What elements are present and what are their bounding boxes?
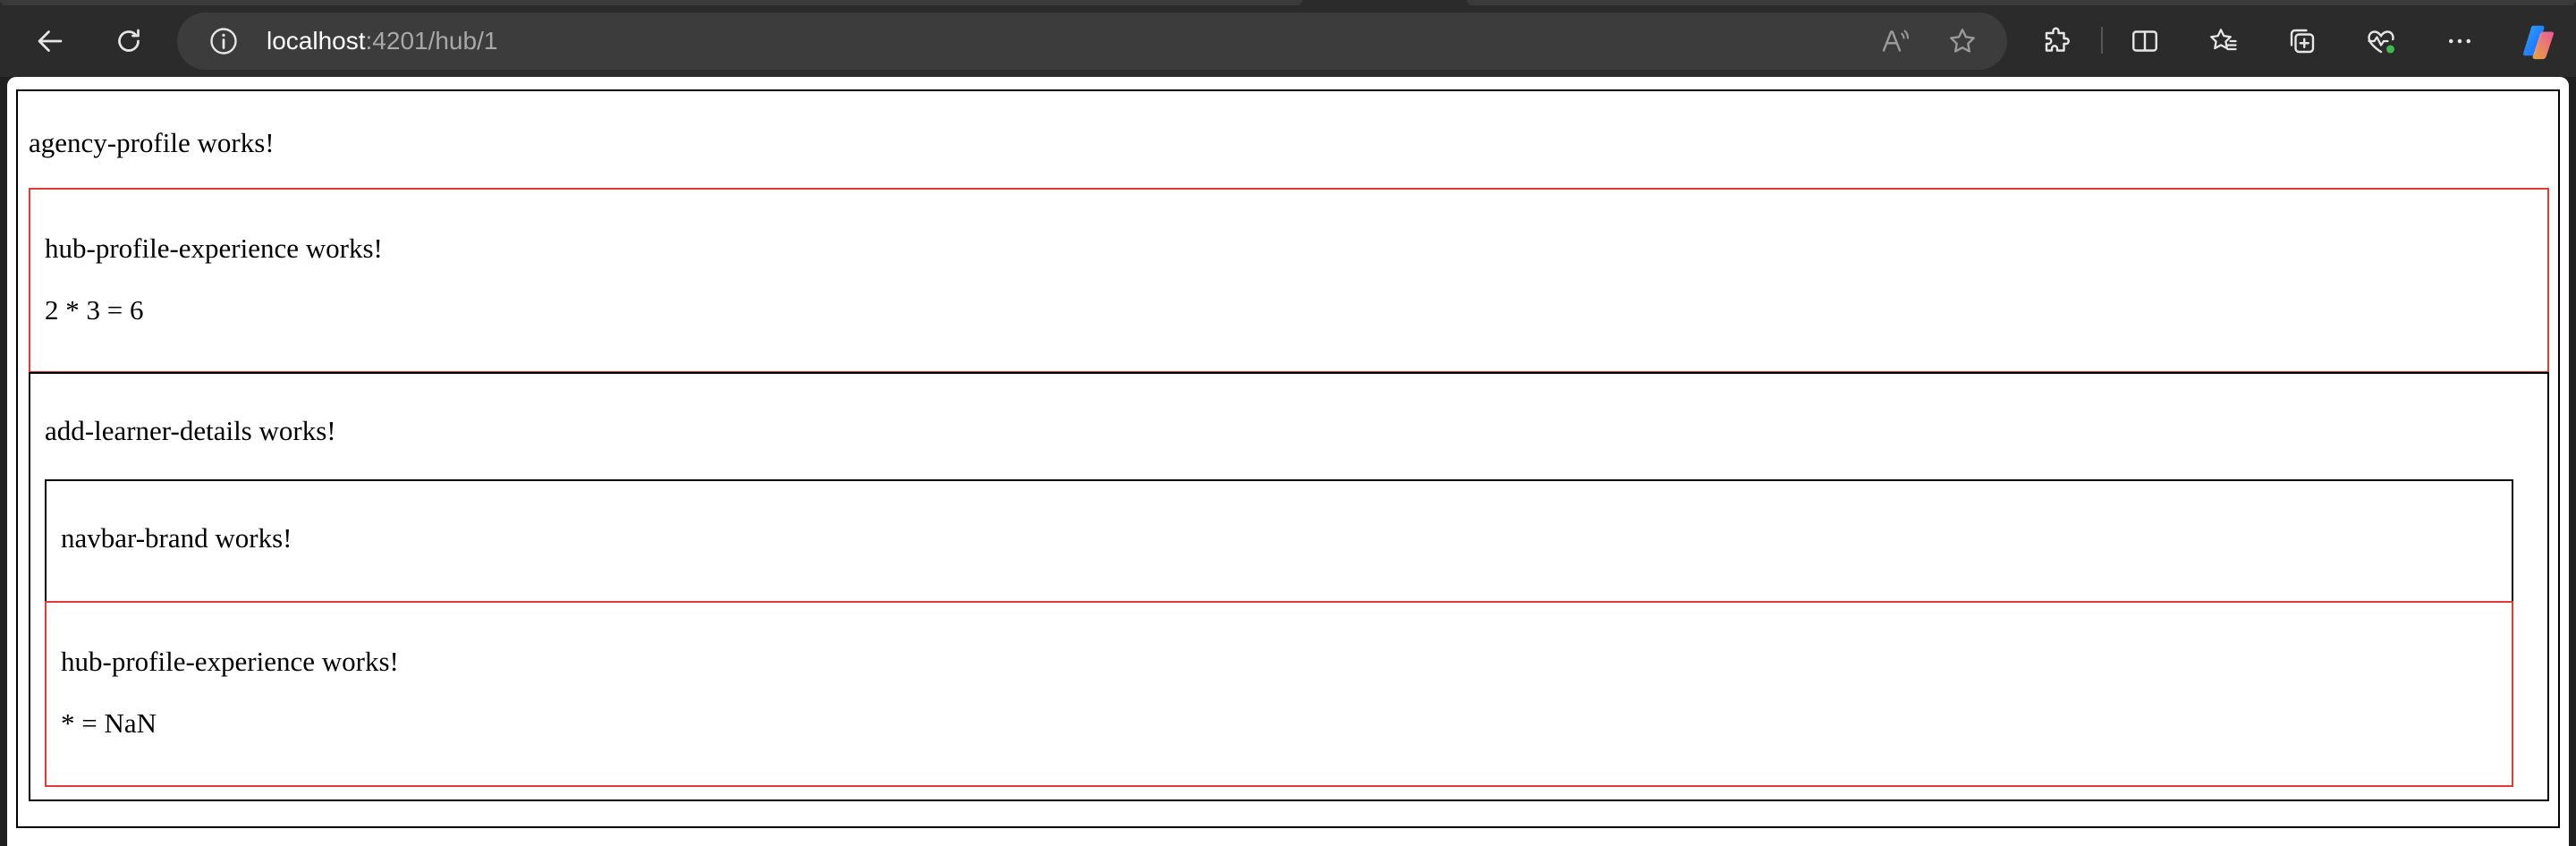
more-button[interactable] bbox=[2433, 14, 2487, 68]
refresh-icon bbox=[118, 29, 140, 52]
split-screen-button[interactable] bbox=[2118, 14, 2172, 68]
browser-toolbar: localhost:4201/hub/1 bbox=[0, 0, 2576, 77]
calculation-result: 2 * 3 = 6 bbox=[45, 294, 144, 326]
hub-profile-experience-title: hub-profile-experience works! bbox=[45, 233, 383, 264]
favorites-button[interactable] bbox=[2197, 14, 2250, 68]
agency-profile-container: agency-profile works! hub-profile-experi… bbox=[16, 89, 2560, 828]
tab-strip-edge bbox=[1467, 0, 2576, 5]
collections-button[interactable] bbox=[2275, 14, 2329, 68]
navbar-brand-box: navbar-brand works! bbox=[45, 479, 2513, 603]
hub-profile-experience-box: hub-profile-experience works! 2 * 3 = 6 bbox=[29, 188, 2549, 373]
collections-icon bbox=[2290, 29, 2315, 54]
address-bar[interactable]: localhost:4201/hub/1 bbox=[177, 13, 2007, 70]
puzzle-icon bbox=[2045, 27, 2070, 52]
calculation-result: * = NaN bbox=[61, 707, 157, 739]
performance-button[interactable] bbox=[2354, 14, 2408, 68]
toolbar-separator bbox=[2101, 27, 2103, 54]
add-learner-details-title: add-learner-details works! bbox=[45, 415, 336, 446]
extensions-button[interactable] bbox=[2030, 14, 2084, 68]
copilot-button[interactable] bbox=[2512, 14, 2565, 68]
arrow-left-icon bbox=[38, 30, 63, 52]
copilot-icon bbox=[2522, 25, 2555, 60]
agency-profile-text: agency-profile works! bbox=[29, 127, 275, 158]
url-path: :4201/hub/1 bbox=[365, 27, 498, 55]
more-dots-icon bbox=[2449, 38, 2470, 44]
heart-pulse-icon bbox=[2368, 30, 2394, 54]
url-host: localhost bbox=[267, 27, 366, 55]
favorites-list-icon bbox=[2210, 29, 2237, 51]
hub-profile-experience-title: hub-profile-experience works! bbox=[61, 646, 399, 677]
hub-profile-experience-box: hub-profile-experience works! * = NaN bbox=[45, 601, 2513, 787]
add-learner-details-box: add-learner-details works! navbar-brand … bbox=[29, 372, 2549, 801]
url-text[interactable]: localhost:4201/hub/1 bbox=[267, 13, 497, 70]
navbar-brand-text: navbar-brand works! bbox=[61, 522, 292, 554]
read-aloud-icon[interactable] bbox=[1878, 25, 1911, 57]
split-screen-icon bbox=[2132, 30, 2157, 52]
star-icon[interactable] bbox=[1946, 25, 1979, 57]
back-button[interactable] bbox=[23, 14, 77, 68]
tab-strip-edge bbox=[0, 0, 1302, 5]
info-icon[interactable] bbox=[208, 25, 240, 57]
page-viewport: agency-profile works! hub-profile-experi… bbox=[7, 77, 2569, 846]
refresh-button[interactable] bbox=[102, 14, 156, 68]
